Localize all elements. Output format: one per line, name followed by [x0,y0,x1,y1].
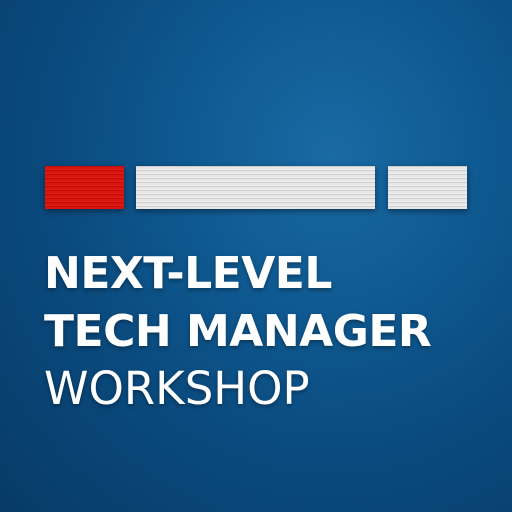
title-line-next-level: NEXT-LEVEL [44,248,332,299]
title-line-tech-manager: TECH MANAGER [44,306,432,357]
workshop-cover: NEXT-LEVEL TECH MANAGER WORKSHOP [0,0,512,512]
title-line-workshop: WORKSHOP [44,362,310,415]
red-accent-bar [45,166,124,209]
gray-long-bar [136,166,375,209]
gray-short-bar [388,166,467,209]
